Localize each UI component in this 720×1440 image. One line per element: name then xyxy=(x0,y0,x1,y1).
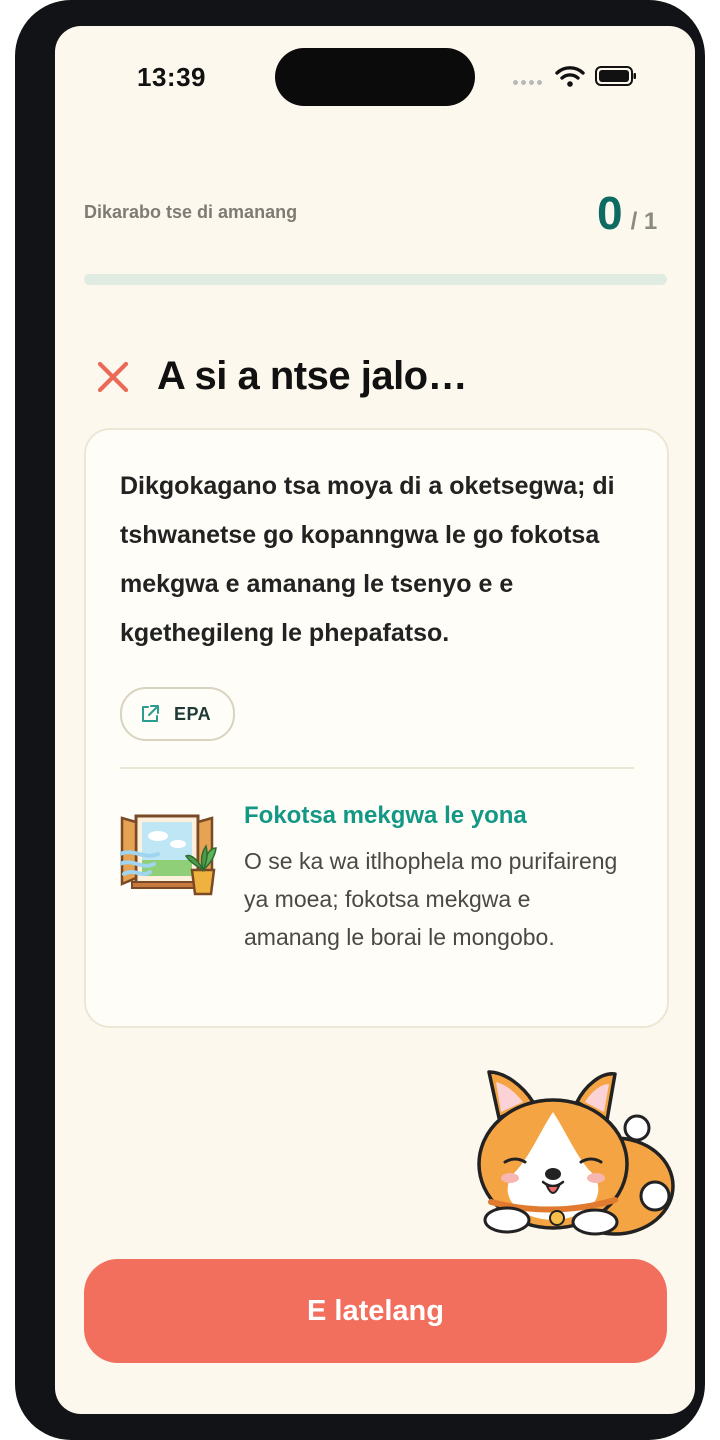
sleeping-corgi-icon xyxy=(477,1070,675,1236)
progress-bar xyxy=(84,274,667,285)
close-x-icon xyxy=(97,361,129,392)
source-label: EPA xyxy=(174,703,212,724)
result-header: A si a ntse jalo… xyxy=(95,354,468,399)
result-title: A si a ntse jalo… xyxy=(157,354,468,398)
progress-label: Dikarabo tse di amanang xyxy=(84,202,298,222)
next-button-label: E latelang xyxy=(307,1294,444,1327)
card-divider xyxy=(120,767,634,769)
external-link-icon xyxy=(142,705,159,722)
phone-frame: 13:39 Dikarabo tse di amanang 0 / 1 A si… xyxy=(15,0,705,1440)
next-button[interactable]: E latelang xyxy=(84,1259,667,1363)
dynamic-island xyxy=(275,48,475,106)
explanation-text: Dikgokagano tsa moya di a oketsegwa; di … xyxy=(120,472,615,647)
feedback-card: Dikgokagano tsa moya di a oketsegwa; di … xyxy=(84,428,669,1028)
status-time: 13:39 xyxy=(137,62,206,92)
battery-icon xyxy=(595,66,636,86)
open-window-plant-icon xyxy=(120,814,217,896)
wifi-icon xyxy=(555,66,585,87)
source-button[interactable]: EPA xyxy=(120,687,236,741)
progress-current: 0 xyxy=(597,187,623,239)
tip-title: Fokotsa mekgwa le yona xyxy=(244,802,527,829)
cellular-signal-icon xyxy=(513,80,542,85)
progress-counter: 0 / 1 xyxy=(597,186,657,240)
app-screen: 13:39 Dikarabo tse di amanang 0 / 1 A si… xyxy=(55,26,695,1414)
progress-total: / 1 xyxy=(630,208,658,235)
tip-text: O se ka wa itlhophela mo purifaireng ya … xyxy=(244,848,618,950)
